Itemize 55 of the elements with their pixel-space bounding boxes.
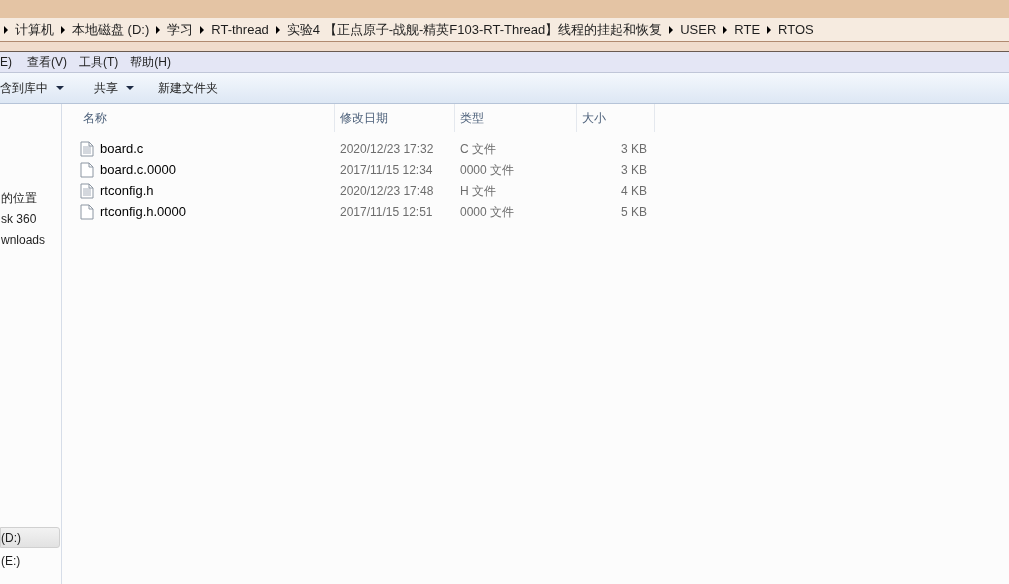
menu-item[interactable]: 工具(T) xyxy=(73,53,125,71)
table-cell-text: 2017/11/15 12:51 xyxy=(339,203,434,221)
breadcrumb-item[interactable]: USER xyxy=(680,19,717,40)
breadcrumb-arrow-icon[interactable] xyxy=(767,25,772,34)
column-header[interactable]: 大小 xyxy=(577,104,655,132)
breadcrumb-item[interactable]: RTE xyxy=(734,19,761,40)
breadcrumb-arrow-icon[interactable] xyxy=(275,25,280,34)
breadcrumb-item[interactable]: RTOS xyxy=(778,19,814,40)
breadcrumb-item[interactable]: RT-thread xyxy=(211,19,269,40)
sidebar-item[interactable]: sk 360 xyxy=(0,208,60,229)
table-cell-text: 2017/11/15 12:34 xyxy=(339,161,434,179)
table-cell-text: 2020/12/23 17:32 xyxy=(339,140,435,158)
column-header[interactable]: 修改日期 xyxy=(335,104,455,132)
menu-item[interactable]: 帮助(H) xyxy=(124,53,177,71)
text-file-icon xyxy=(80,182,94,199)
breadcrumb-arrow-icon[interactable] xyxy=(156,25,161,34)
table-cell-text: 3 KB xyxy=(620,140,647,158)
table-cell-text: 4 KB xyxy=(620,182,647,200)
column-header[interactable]: 类型 xyxy=(455,104,577,132)
sidebar-item[interactable]: (E:) xyxy=(0,550,60,571)
file-name[interactable]: board.c xyxy=(100,138,144,159)
file-name[interactable]: rtconfig.h.0000 xyxy=(100,201,186,222)
caret-icon xyxy=(56,86,64,90)
table-cell-text: H 文件 xyxy=(459,182,497,200)
table-cell-text: C 文件 xyxy=(459,140,497,158)
menu-item[interactable]: 查看(V) xyxy=(21,53,73,71)
breadcrumb-arrow-icon[interactable] xyxy=(200,25,205,34)
table-cell-text: 0000 文件 xyxy=(459,161,516,179)
sidebar-item[interactable]: (D:) xyxy=(0,527,60,548)
table-cell-text: 3 KB xyxy=(620,161,647,179)
column-header[interactable]: 名称 xyxy=(78,104,335,132)
breadcrumb-arrow-icon[interactable] xyxy=(669,25,674,34)
breadcrumb-arrow-icon[interactable] xyxy=(61,25,65,34)
breadcrumb-item[interactable]: 本地磁盘 (D:) xyxy=(72,19,150,40)
file-name[interactable]: rtconfig.h xyxy=(100,180,154,201)
table-cell-text: 0000 文件 xyxy=(459,203,516,221)
breadcrumb-arrow-icon[interactable] xyxy=(4,25,8,34)
breadcrumb-item[interactable]: 学习 xyxy=(167,19,194,40)
breadcrumb-item[interactable]: 计算机 xyxy=(15,19,54,40)
address-bar[interactable]: 计算机 本地磁盘 (D:) 学习 RT-thread 实验4 【正点原子-战舰-精英F103-RT-Thread】线程的挂起和恢复 USER RTE RTOS xyxy=(0,18,1009,42)
breadcrumb-item[interactable]: 实验4 【正点原子-战舰-精英F103-RT-Thread】线程的挂起和恢复 xyxy=(286,19,663,40)
breadcrumb-arrow-icon[interactable] xyxy=(723,25,728,34)
sidebar-item[interactable]: 的位置 xyxy=(0,187,60,208)
toolbar-button[interactable]: 共享 xyxy=(82,79,146,97)
sidebar-item[interactable]: wnloads xyxy=(0,229,60,250)
file-icon xyxy=(80,203,94,220)
file-icon xyxy=(80,161,94,178)
toolbar-button[interactable]: 新建文件夹 xyxy=(146,79,230,97)
table-cell-text: 5 KB xyxy=(620,203,647,221)
menu-item[interactable]: E) xyxy=(0,53,21,71)
text-file-icon xyxy=(80,140,94,157)
table-cell-text: 2020/12/23 17:48 xyxy=(339,182,435,200)
file-name[interactable]: board.c.0000 xyxy=(100,159,176,180)
toolbar-button[interactable]: 含到库中 xyxy=(0,79,82,97)
caret-icon xyxy=(126,86,134,90)
